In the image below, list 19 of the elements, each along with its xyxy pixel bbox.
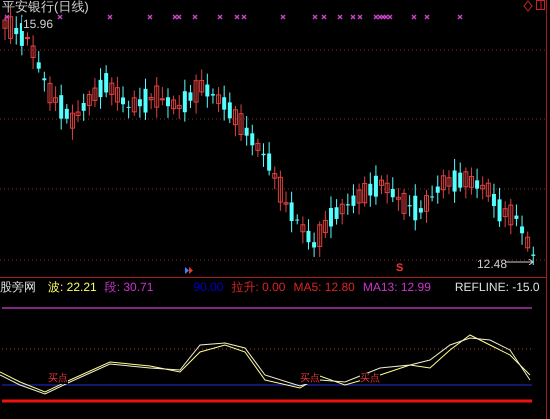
legend-label: 股旁网 bbox=[0, 280, 36, 294]
legend-label: REFLINE: -15.0 bbox=[454, 280, 540, 294]
double-arrow-icon bbox=[185, 267, 194, 274]
buy-signal: 买点 bbox=[360, 373, 380, 384]
buy-signal: 买点 bbox=[48, 373, 68, 384]
legend-label: MA13: 12.99 bbox=[362, 280, 431, 294]
legend-label: 拉升: 0.00 bbox=[231, 280, 286, 294]
sell-marker: S bbox=[396, 262, 404, 274]
legend-label: 90.00 bbox=[193, 280, 224, 294]
low-price-label: 12.48 bbox=[477, 256, 508, 273]
arrow-icon bbox=[506, 259, 534, 265]
legend-label: 波: 22.21 bbox=[48, 280, 97, 294]
buy-signal: 买点 bbox=[300, 373, 320, 384]
panel-icon bbox=[536, 0, 546, 11]
stock-title: 平安银行(日线) bbox=[2, 0, 89, 15]
high-price-label: 15.96 bbox=[22, 17, 54, 31]
legend-label: 段: 30.71 bbox=[104, 280, 154, 294]
legend-label: MA5: 12.80 bbox=[293, 280, 355, 294]
diamond-icon bbox=[523, 0, 533, 12]
